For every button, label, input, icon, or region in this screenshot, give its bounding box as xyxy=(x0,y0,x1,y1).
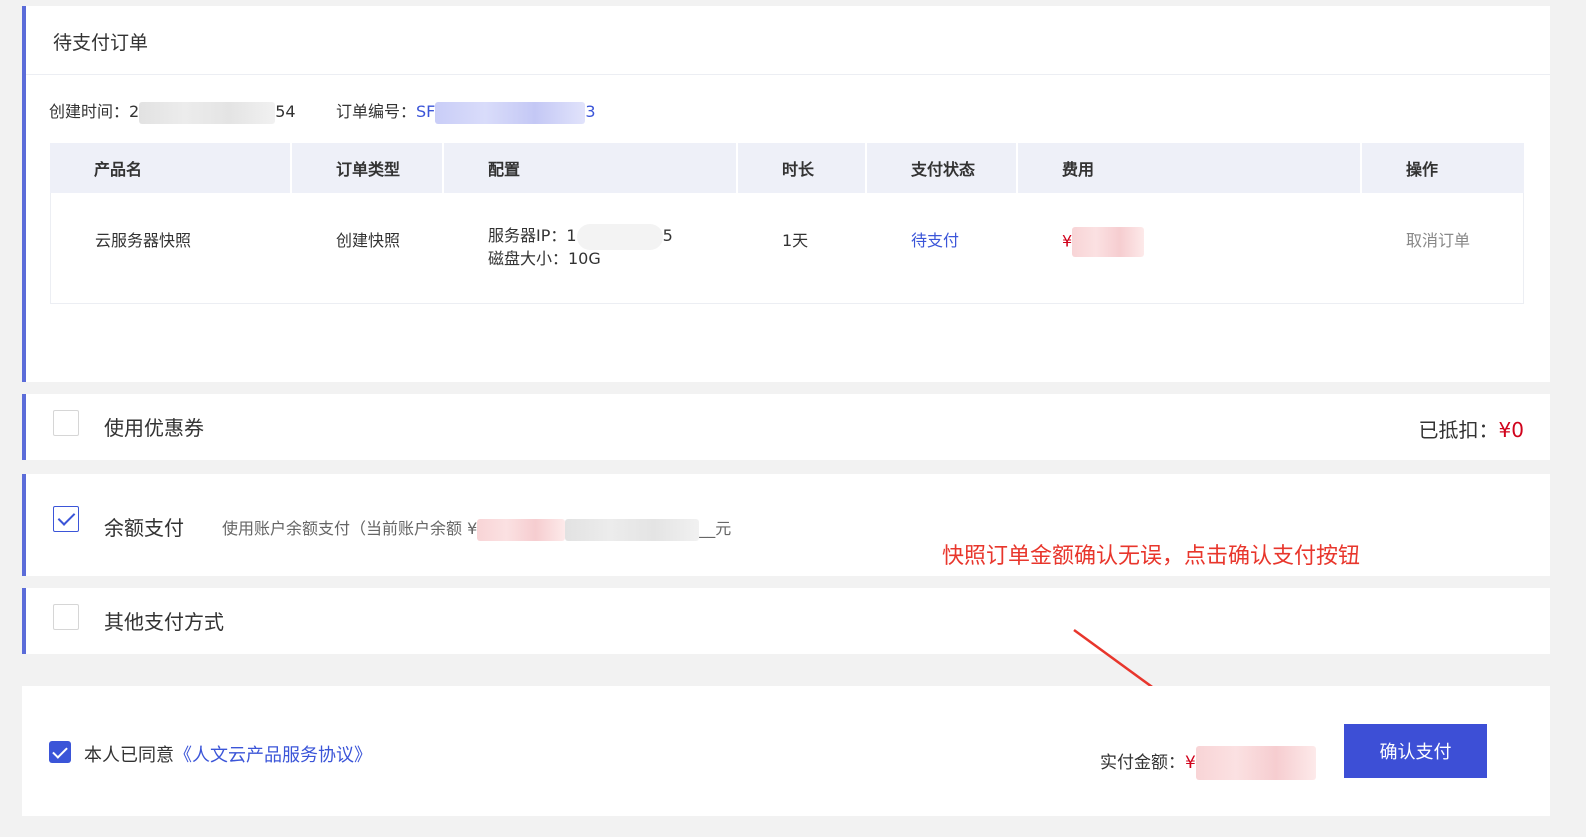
confirm-pay-button[interactable]: 确认支付 xyxy=(1344,724,1487,778)
actual-amount: 实付金额：¥ xyxy=(1100,746,1316,780)
pending-order-panel: 待支付订单 创建时间：2 54 订单编号：SF 3 产品名 订单类型 配置 时长 支… xyxy=(22,6,1550,382)
balance-label: 余额支付 xyxy=(104,516,184,540)
actual-amount-symbol: ¥ xyxy=(1185,753,1196,773)
header-fee: 费用 xyxy=(1018,143,1362,193)
cancel-order-link[interactable]: 取消订单 xyxy=(1362,193,1524,304)
balance-checkbox[interactable] xyxy=(53,506,79,532)
actual-amount-redacted xyxy=(1195,746,1316,780)
table-row: 云服务器快照 创建快照 服务器IP：1 5 磁盘大小：10G 1天 待支付 ¥ 取… xyxy=(50,193,1524,304)
created-time-label: 创建时间： xyxy=(49,102,130,121)
header-product: 产品名 xyxy=(50,143,292,193)
annotation-text: 快照订单金额确认无误，点击确认支付按钮 xyxy=(942,544,1361,569)
deducted-label: 已抵扣： xyxy=(1418,418,1499,442)
order-number-label: 订单编号： xyxy=(336,102,417,121)
agreement-checkbox[interactable] xyxy=(49,741,71,763)
config-ip-end: 5 xyxy=(662,226,673,245)
other-payment-checkbox[interactable] xyxy=(53,604,79,630)
order-number: 订单编号：SF 3 xyxy=(336,98,596,124)
payment-footer: 本人已同意《人文云产品服务协议》 实付金额：¥ 确认支付 xyxy=(22,686,1550,816)
order-number-start[interactable]: SF xyxy=(416,102,435,121)
cell-product: 云服务器快照 xyxy=(50,193,292,304)
order-number-end[interactable]: 3 xyxy=(585,102,595,121)
created-time-start: 2 xyxy=(129,102,140,121)
panel-title: 待支付订单 xyxy=(53,32,149,54)
cell-fee: ¥ xyxy=(1018,193,1362,304)
table-header-row: 产品名 订单类型 配置 时长 支付状态 费用 操作 xyxy=(50,143,1524,193)
cell-duration: 1天 xyxy=(738,193,867,304)
deducted-amount: 已抵扣：¥0 xyxy=(1419,414,1524,443)
coupon-checkbox[interactable] xyxy=(53,410,79,436)
created-time-redacted xyxy=(139,101,276,124)
coupon-option: 使用优惠券 已抵扣：¥0 xyxy=(22,394,1550,460)
config-ip-start: 1 xyxy=(566,226,577,245)
header-config: 配置 xyxy=(444,143,738,193)
cell-order-type: 创建快照 xyxy=(292,193,444,304)
order-number-redacted xyxy=(435,101,586,124)
created-time-end: 54 xyxy=(275,102,296,121)
cell-pay-status: 待支付 xyxy=(867,193,1018,304)
title-divider xyxy=(26,74,1550,75)
balance-hint-prefix: 使用账户余额支付（当前账户余额 ¥ xyxy=(222,519,478,538)
other-payment-option: 其他支付方式 xyxy=(22,588,1550,654)
balance-hint-suffix: __元 xyxy=(699,519,732,538)
created-time: 创建时间：2 54 xyxy=(49,98,296,124)
agreement-prefix: 本人已同意 xyxy=(84,745,174,766)
deducted-value: ¥0 xyxy=(1498,418,1524,442)
other-payment-label: 其他支付方式 xyxy=(104,610,224,634)
balance-redacted-2 xyxy=(565,518,700,541)
header-pay-status: 支付状态 xyxy=(867,143,1018,193)
agreement-link[interactable]: 《人文云产品服务协议》 xyxy=(174,745,372,766)
config-ip-label: 服务器IP： xyxy=(488,226,567,245)
balance-hint: 使用账户余额支付（当前账户余额 ¥ __元 xyxy=(222,515,731,541)
cell-config: 服务器IP：1 5 磁盘大小：10G xyxy=(444,193,738,304)
fee-redacted xyxy=(1072,227,1145,257)
agreement-text: 本人已同意《人文云产品服务协议》 xyxy=(84,741,372,767)
header-order-type: 订单类型 xyxy=(292,143,444,193)
coupon-label: 使用优惠券 xyxy=(104,416,204,440)
header-action: 操作 xyxy=(1362,143,1524,193)
fee-symbol: ¥ xyxy=(1062,231,1073,251)
header-duration: 时长 xyxy=(738,143,867,193)
balance-redacted-1 xyxy=(477,518,566,541)
order-table: 产品名 订单类型 配置 时长 支付状态 费用 操作 云服务器快照 创建快照 服务… xyxy=(50,143,1524,304)
actual-amount-label: 实付金额： xyxy=(1100,753,1185,773)
